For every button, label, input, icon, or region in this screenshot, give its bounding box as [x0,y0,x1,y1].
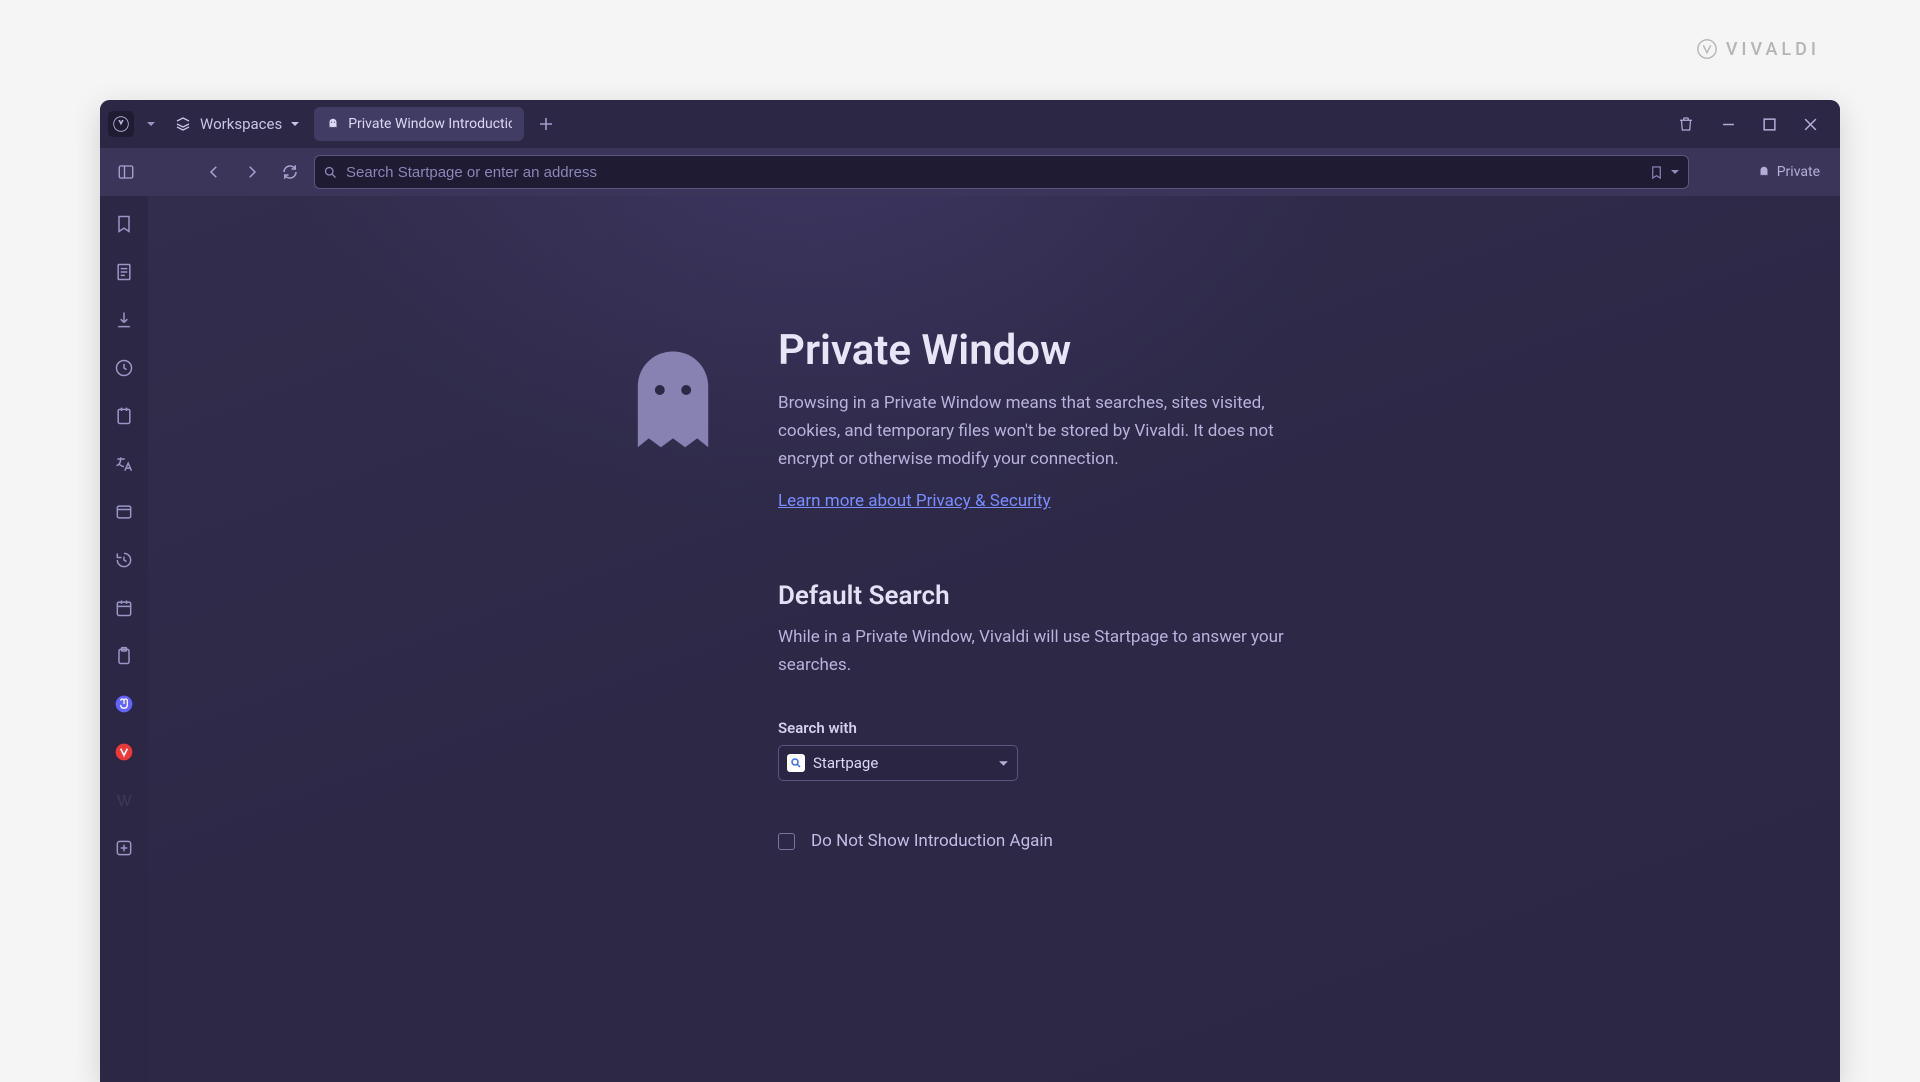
calendar-panel-icon[interactable] [112,596,136,620]
maximize-button[interactable] [1762,117,1777,132]
wikipedia-panel-icon[interactable] [112,788,136,812]
address-field[interactable] [314,155,1689,189]
side-panel [100,196,148,1082]
browser-window: Workspaces Private Window Introductio [100,100,1840,1082]
back-button[interactable] [200,158,228,186]
workspaces-button[interactable]: Workspaces [168,111,306,137]
downloads-panel-icon[interactable] [112,308,136,332]
default-search-title: Default Search [778,581,1298,611]
private-indicator: Private [1749,164,1828,180]
bookmark-icon[interactable] [1649,165,1664,180]
do-not-show-checkbox-row[interactable]: Do Not Show Introduction Again [778,831,1298,851]
browser-body: Private Window Browsing in a Private Win… [100,196,1840,1082]
search-engine-name: Startpage [813,754,990,772]
startpage-icon [787,754,805,772]
notes-panel-icon[interactable] [112,404,136,428]
ghost-illustration [618,346,728,456]
private-label: Private [1777,164,1820,180]
page-description: Browsing in a Private Window means that … [778,389,1298,473]
learn-more-link[interactable]: Learn more about Privacy & Security [778,491,1051,511]
page-title: Private Window [778,326,1298,375]
chevron-down-icon [998,754,1009,773]
checkbox[interactable] [778,833,795,850]
address-dropdown-icon[interactable] [1670,167,1680,177]
vivaldi-menu-button[interactable] [108,111,134,137]
tab-title: Private Window Introductio [348,116,512,132]
window-panel-icon[interactable] [112,500,136,524]
bookmarks-panel-icon[interactable] [112,212,136,236]
forward-button[interactable] [238,158,266,186]
page-content: Private Window Browsing in a Private Win… [148,196,1840,1082]
reading-list-panel-icon[interactable] [112,260,136,284]
vivaldi-social-panel-icon[interactable] [112,740,136,764]
search-with-label: Search with [778,719,1298,737]
workspaces-label: Workspaces [200,115,282,133]
new-tab-button[interactable] [532,110,560,138]
closed-tabs-trash-button[interactable] [1677,115,1695,133]
search-engine-select[interactable]: Startpage [778,745,1018,781]
close-button[interactable] [1803,117,1818,132]
minimize-button[interactable] [1721,117,1736,132]
add-panel-icon[interactable] [112,836,136,860]
address-bar-row: Private [100,148,1840,196]
search-icon [323,165,338,180]
tab-strip: Workspaces Private Window Introductio [100,100,1840,148]
panel-toggle-button[interactable] [112,158,140,186]
reload-button[interactable] [276,158,304,186]
history-panel-icon[interactable] [112,356,136,380]
tasks-panel-icon[interactable] [112,644,136,668]
window-controls [1677,115,1832,133]
sessions-panel-icon[interactable] [112,548,136,572]
vivaldi-brand-watermark: VIVALDI [1696,38,1820,60]
ghost-icon [326,117,340,131]
address-input[interactable] [346,164,1641,181]
tab-private-intro[interactable]: Private Window Introductio [314,107,524,141]
mastodon-panel-icon[interactable] [112,692,136,716]
translate-panel-icon[interactable] [112,452,136,476]
default-search-description: While in a Private Window, Vivaldi will … [778,623,1288,679]
checkbox-label: Do Not Show Introduction Again [811,831,1053,851]
brand-text: VIVALDI [1726,39,1820,60]
vivaldi-menu-dropdown[interactable] [142,119,160,129]
ghost-icon [1757,165,1771,179]
